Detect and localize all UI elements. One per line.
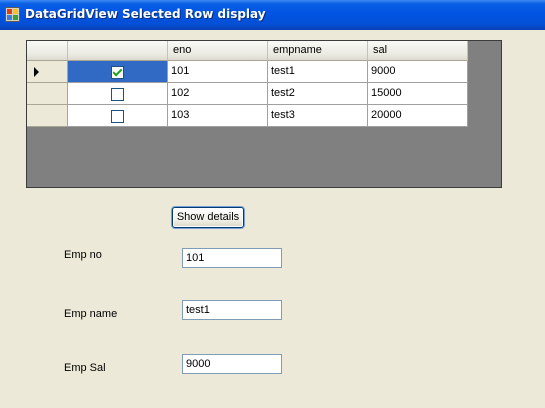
row-3-sal-cell[interactable]: 20000: [368, 105, 468, 127]
row-3-checkbox[interactable]: [111, 110, 124, 123]
row-3-eno-cell[interactable]: 103: [168, 105, 268, 127]
data-grid-view[interactable]: eno empname sal 101 test1 9000 102 test2…: [26, 40, 502, 188]
row-1-checkbox[interactable]: [111, 66, 124, 79]
row-1-check-cell[interactable]: [68, 61, 168, 83]
app-window-icon[interactable]: [5, 7, 20, 22]
row-header-3[interactable]: [27, 105, 68, 127]
emp-no-label: Emp no: [64, 249, 102, 261]
title-bar[interactable]: DataGridView Selected Row display: [0, 0, 545, 30]
current-row-arrow-icon: [34, 67, 39, 77]
row-1-sal-cell[interactable]: 9000: [368, 61, 468, 83]
emp-name-label: Emp name: [64, 308, 118, 320]
emp-sal-label: Emp Sal: [64, 362, 106, 374]
grid-corner-header[interactable]: [27, 41, 68, 61]
emp-name-field[interactable]: [182, 300, 282, 320]
show-details-button[interactable]: Show details: [172, 207, 244, 228]
row-3-empname-cell[interactable]: test3: [268, 105, 368, 127]
window-title: DataGridView Selected Row display: [25, 7, 266, 21]
column-header-sal[interactable]: sal: [368, 41, 468, 61]
column-header-check[interactable]: [68, 41, 168, 61]
row-2-eno-cell[interactable]: 102: [168, 83, 268, 105]
column-header-empname[interactable]: empname: [268, 41, 368, 61]
emp-sal-field[interactable]: [182, 354, 282, 374]
row-1-empname-cell[interactable]: test1: [268, 61, 368, 83]
row-2-sal-cell[interactable]: 15000: [368, 83, 468, 105]
row-2-checkbox[interactable]: [111, 88, 124, 101]
row-2-empname-cell[interactable]: test2: [268, 83, 368, 105]
row-header-1[interactable]: [27, 61, 68, 83]
column-header-eno[interactable]: eno: [168, 41, 268, 61]
row-header-2[interactable]: [27, 83, 68, 105]
row-2-check-cell[interactable]: [68, 83, 168, 105]
emp-no-field[interactable]: [182, 248, 282, 268]
row-1-eno-cell[interactable]: 101: [168, 61, 268, 83]
row-3-check-cell[interactable]: [68, 105, 168, 127]
